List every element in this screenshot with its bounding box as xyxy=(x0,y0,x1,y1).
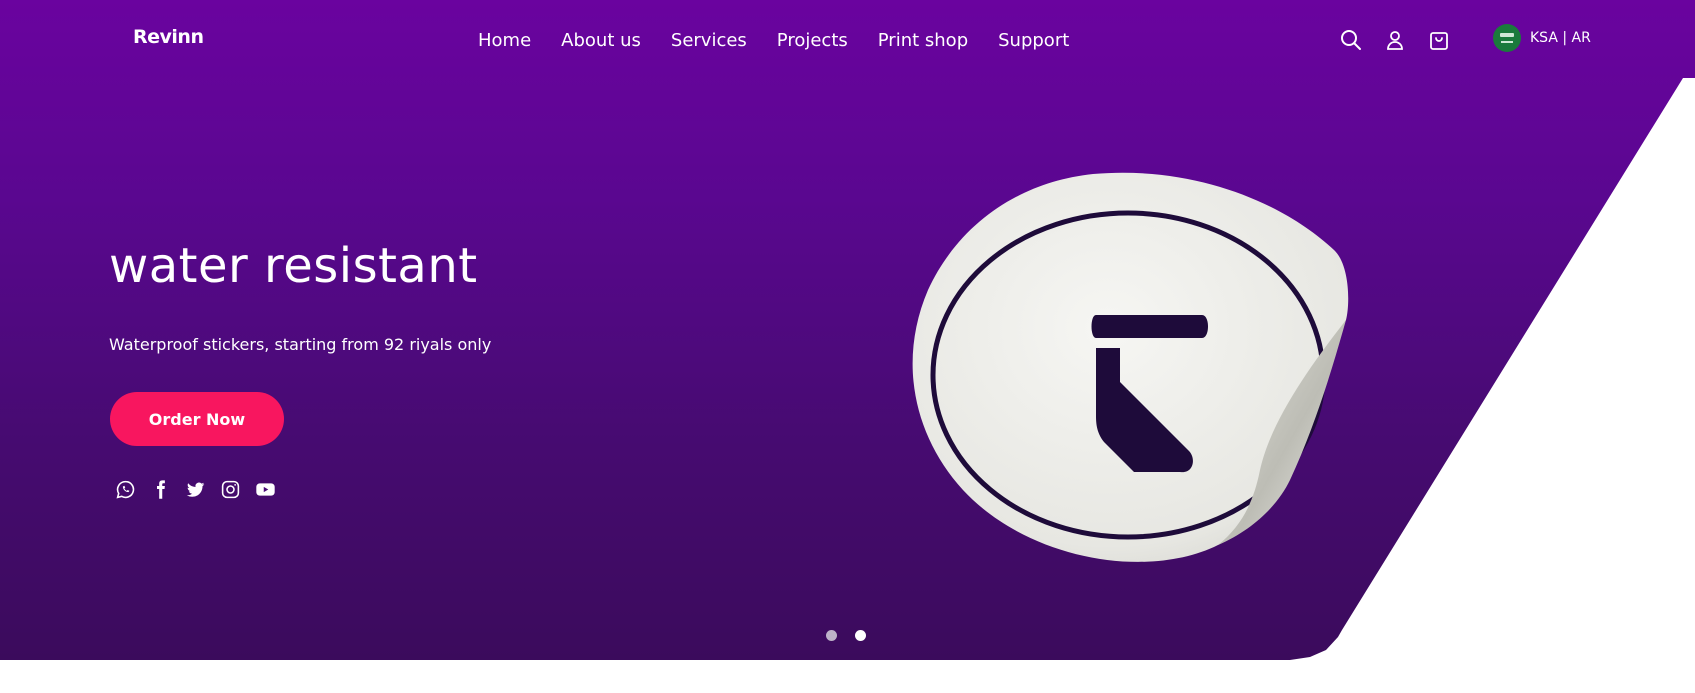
search-icon[interactable] xyxy=(1339,28,1363,52)
order-now-button[interactable]: Order Now xyxy=(110,392,284,446)
twitter-icon[interactable] xyxy=(185,479,206,500)
youtube-icon[interactable] xyxy=(255,479,276,500)
whatsapp-icon[interactable] xyxy=(115,479,136,500)
main-nav: Home About us Services Projects Print sh… xyxy=(478,30,1069,51)
nav-link-print-shop[interactable]: Print shop xyxy=(878,30,968,51)
facebook-icon[interactable] xyxy=(150,479,171,500)
carousel-dot-2[interactable] xyxy=(855,630,866,641)
hero-subtitle: Waterproof stickers, starting from 92 ri… xyxy=(109,335,492,354)
saudi-flag-icon xyxy=(1493,24,1521,52)
instagram-icon[interactable] xyxy=(220,479,241,500)
brand-logo[interactable]: Revinn xyxy=(133,26,204,48)
hero-title: water resistant xyxy=(109,238,478,294)
carousel-dot-1[interactable] xyxy=(826,630,837,641)
nav-link-services[interactable]: Services xyxy=(671,30,747,51)
locale-label: KSA | AR xyxy=(1530,30,1591,46)
social-links xyxy=(115,479,276,500)
nav-link-support[interactable]: Support xyxy=(998,30,1069,51)
sticker-product-image xyxy=(898,170,1398,580)
account-icon[interactable] xyxy=(1383,28,1407,52)
header-actions xyxy=(1339,28,1451,52)
carousel-dots xyxy=(826,630,866,641)
nav-link-projects[interactable]: Projects xyxy=(777,30,848,51)
nav-link-about-us[interactable]: About us xyxy=(561,30,641,51)
hero-banner xyxy=(0,0,1695,660)
locale-switcher[interactable]: KSA | AR xyxy=(1493,24,1591,52)
nav-link-home[interactable]: Home xyxy=(478,30,531,51)
navbar: Revinn Home About us Services Projects P… xyxy=(0,0,1695,82)
cart-icon[interactable] xyxy=(1427,28,1451,52)
